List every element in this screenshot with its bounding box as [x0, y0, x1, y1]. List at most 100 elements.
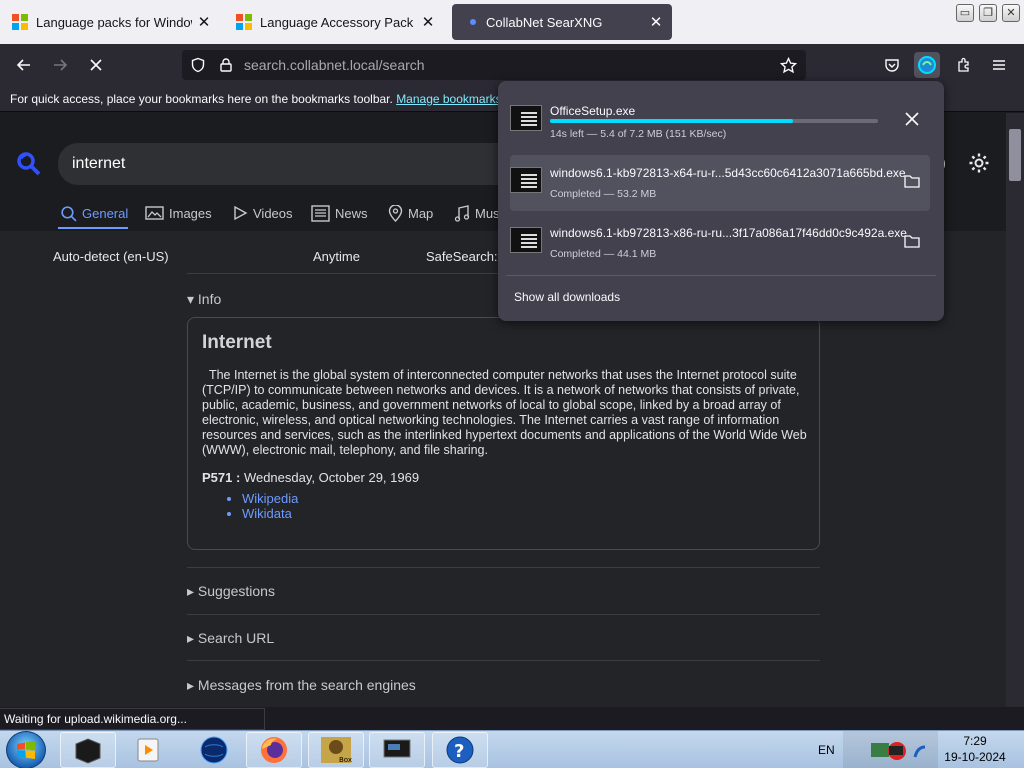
- tray-icons: [871, 742, 926, 760]
- category-tab-videos[interactable]: Videos: [232, 205, 293, 221]
- scrollbar-thumb[interactable]: [1009, 129, 1021, 181]
- bookmark-star-icon[interactable]: [780, 57, 797, 74]
- black-box-app-icon: [75, 738, 101, 764]
- taskbar-screen-app[interactable]: [369, 732, 425, 768]
- url-text[interactable]: search.collabnet.local/search: [244, 57, 425, 73]
- download-status: 14s left — 5.4 of 7.2 MB (151 KB/sec): [550, 128, 727, 140]
- downloads-progress-icon: [918, 56, 936, 74]
- maximize-button[interactable]: ❐: [979, 4, 997, 22]
- search-icon: [61, 206, 77, 222]
- infobox-description-text: The Internet is the global system of int…: [202, 368, 807, 457]
- category-tab-images[interactable]: Images: [145, 205, 212, 221]
- download-status: Completed — 44.1 MB: [550, 248, 657, 260]
- category-label: Map: [408, 206, 434, 221]
- tab-collabnet-searxng[interactable]: CollabNet SearXNG ✕: [452, 4, 672, 40]
- shield-icon[interactable]: [190, 57, 206, 73]
- tab-title: Language Accessory Pack for M: [260, 14, 416, 30]
- download-item[interactable]: windows6.1-kb972813-x64-ru-r...5d43cc60c…: [510, 155, 930, 211]
- show-in-folder-button[interactable]: [902, 171, 922, 191]
- microsoft-logo-icon: [12, 14, 28, 30]
- attribute-value: Wednesday, October 29, 1969: [243, 470, 420, 485]
- browser-window: Language packs for Windows - ✕ Language …: [0, 0, 1024, 768]
- panel-divider: [506, 275, 936, 276]
- category-label: News: [335, 206, 368, 221]
- input-language-indicator[interactable]: EN: [818, 731, 835, 768]
- category-label: Mus: [475, 206, 500, 221]
- wikidata-link[interactable]: Wikidata: [242, 506, 298, 521]
- taskbar-firefox[interactable]: [246, 732, 302, 768]
- stop-button[interactable]: [83, 52, 109, 78]
- url-path: /search: [378, 57, 425, 73]
- system-tray[interactable]: [843, 731, 938, 768]
- category-tab-music[interactable]: Mus: [454, 205, 500, 222]
- map-pin-icon: [388, 205, 403, 222]
- download-item[interactable]: windows6.1-kb972813-x86-ru-ru...3f17a086…: [510, 215, 930, 271]
- category-tab-news[interactable]: News: [311, 205, 368, 222]
- loading-dot-icon: [470, 19, 476, 25]
- safesearch-filter[interactable]: SafeSearch:: [426, 249, 498, 264]
- taskbar-media-player[interactable]: [120, 732, 176, 768]
- searxng-logo-icon[interactable]: [16, 151, 42, 177]
- cancel-download-button[interactable]: [902, 109, 922, 129]
- time-range-filter[interactable]: Anytime: [313, 249, 360, 264]
- tab-language-packs[interactable]: Language packs for Windows - ✕: [4, 4, 220, 40]
- pocket-icon: [885, 59, 899, 72]
- forward-button[interactable]: [47, 52, 73, 78]
- music-icon: [454, 205, 470, 222]
- category-tab-general[interactable]: General: [60, 205, 128, 222]
- downloads-panel: OfficeSetup.exe 14s left — 5.4 of 7.2 MB…: [498, 81, 944, 321]
- taskbar-help[interactable]: ?: [432, 732, 488, 768]
- divider: [187, 567, 820, 568]
- search-url-toggle[interactable]: ▸ Search URL: [187, 630, 820, 647]
- app-menu-button[interactable]: [986, 52, 1012, 78]
- pocket-button[interactable]: [879, 52, 905, 78]
- url-host: search.collabnet.local: [244, 57, 379, 73]
- download-filename: windows6.1-kb972813-x86-ru-ru...3f17a086…: [550, 226, 907, 240]
- play-icon: [234, 205, 248, 221]
- wikipedia-link[interactable]: Wikipedia: [242, 491, 298, 506]
- system-clock[interactable]: 7:29 19-10-2024: [940, 733, 1010, 765]
- category-tab-map[interactable]: Map: [388, 205, 433, 222]
- tab-close-icon[interactable]: ✕: [420, 13, 436, 31]
- show-in-folder-button[interactable]: [902, 231, 922, 251]
- tab-close-icon[interactable]: ✕: [648, 13, 664, 31]
- info-section-toggle[interactable]: ▾ Info: [187, 291, 221, 308]
- address-bar[interactable]: search.collabnet.local/search: [182, 50, 806, 80]
- language-filter[interactable]: Auto-detect (en-US): [53, 249, 169, 264]
- minimize-button[interactable]: ▭: [956, 4, 974, 22]
- start-button[interactable]: [6, 731, 46, 768]
- svg-text:Box: Box: [339, 756, 352, 764]
- taskbar-virtualbox[interactable]: Box: [308, 732, 364, 768]
- svg-text:?: ?: [454, 741, 464, 762]
- download-filename: OfficeSetup.exe: [550, 104, 636, 118]
- close-window-button[interactable]: ✕: [1002, 4, 1020, 22]
- category-label: Images: [169, 205, 212, 221]
- infobox: Internet The Internet is the global syst…: [187, 317, 820, 550]
- navigation-toolbar: search.collabnet.local/search: [0, 44, 1024, 86]
- puzzle-icon: [958, 57, 969, 72]
- show-all-downloads-button[interactable]: Show all downloads: [514, 290, 620, 304]
- taskbar-app-manager[interactable]: [60, 732, 116, 768]
- globe-icon: [200, 736, 228, 764]
- taskbar-globe-app[interactable]: [186, 732, 242, 768]
- divider: [187, 660, 820, 661]
- help-icon: ?: [446, 736, 474, 764]
- extensions-button[interactable]: [951, 52, 977, 78]
- lock-icon[interactable]: [218, 57, 234, 73]
- tab-close-icon[interactable]: ✕: [196, 13, 212, 31]
- suggestions-toggle[interactable]: ▸ Suggestions: [187, 583, 820, 600]
- gear-icon[interactable]: [968, 152, 990, 174]
- executable-file-icon: [510, 167, 542, 193]
- windows-taskbar: Box ? EN 7:29 19-10-2024: [0, 730, 1024, 768]
- manage-bookmarks-link[interactable]: Manage bookmarks…: [396, 92, 513, 106]
- back-button[interactable]: [11, 52, 37, 78]
- category-label: Videos: [253, 205, 293, 221]
- category-label: General: [82, 206, 129, 221]
- tab-language-accessory-pack[interactable]: Language Accessory Pack for M ✕: [228, 4, 444, 40]
- downloads-button[interactable]: [914, 52, 940, 78]
- engine-messages-toggle[interactable]: ▸ Messages from the search engines: [187, 677, 820, 694]
- tab-strip: Language packs for Windows - ✕ Language …: [0, 0, 1024, 44]
- download-item[interactable]: OfficeSetup.exe 14s left — 5.4 of 7.2 MB…: [510, 93, 930, 149]
- download-progress-fill: [550, 119, 793, 123]
- vertical-scrollbar[interactable]: [1006, 113, 1024, 707]
